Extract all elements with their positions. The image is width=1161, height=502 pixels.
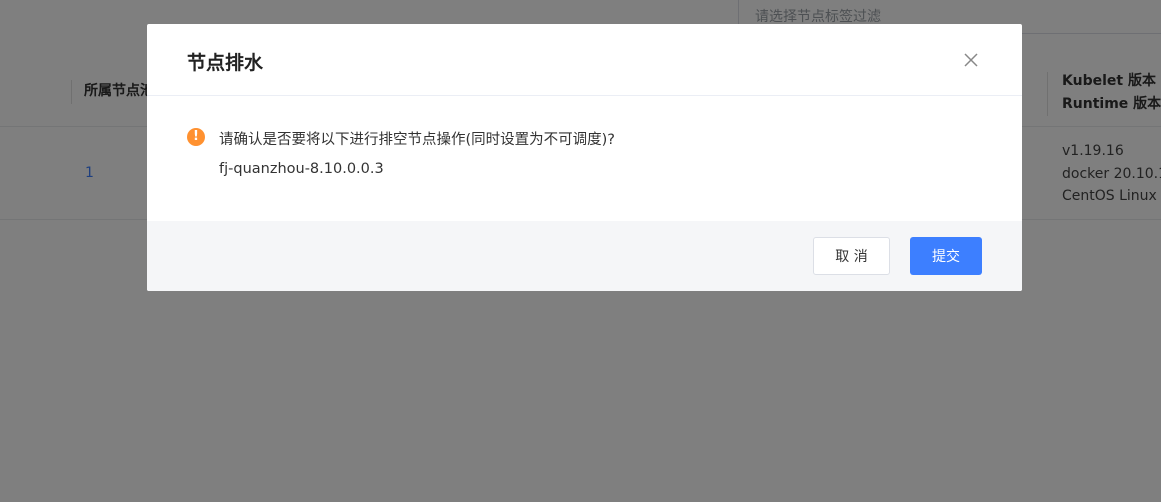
node-name: fj-quanzhou-8.10.0.0.3 — [219, 161, 384, 177]
cancel-button[interactable]: 取 消 — [813, 237, 890, 275]
submit-button[interactable]: 提交 — [910, 237, 982, 275]
dialog-body: ! 请确认是否要将以下进行排空节点操作(同时设置为不可调度)? fj-quanz… — [147, 96, 1022, 221]
drain-node-dialog: 节点排水 ! 请确认是否要将以下进行排空节点操作(同时设置为不可调度)? fj-… — [147, 24, 1022, 291]
close-icon[interactable] — [960, 49, 982, 71]
confirm-message: 请确认是否要将以下进行排空节点操作(同时设置为不可调度)? — [219, 132, 616, 148]
dialog-header: 节点排水 — [147, 24, 1022, 96]
dialog-footer: 取 消 提交 — [147, 221, 1022, 291]
exclamation-circle-icon: ! — [187, 128, 205, 146]
dialog-title: 节点排水 — [187, 52, 264, 74]
